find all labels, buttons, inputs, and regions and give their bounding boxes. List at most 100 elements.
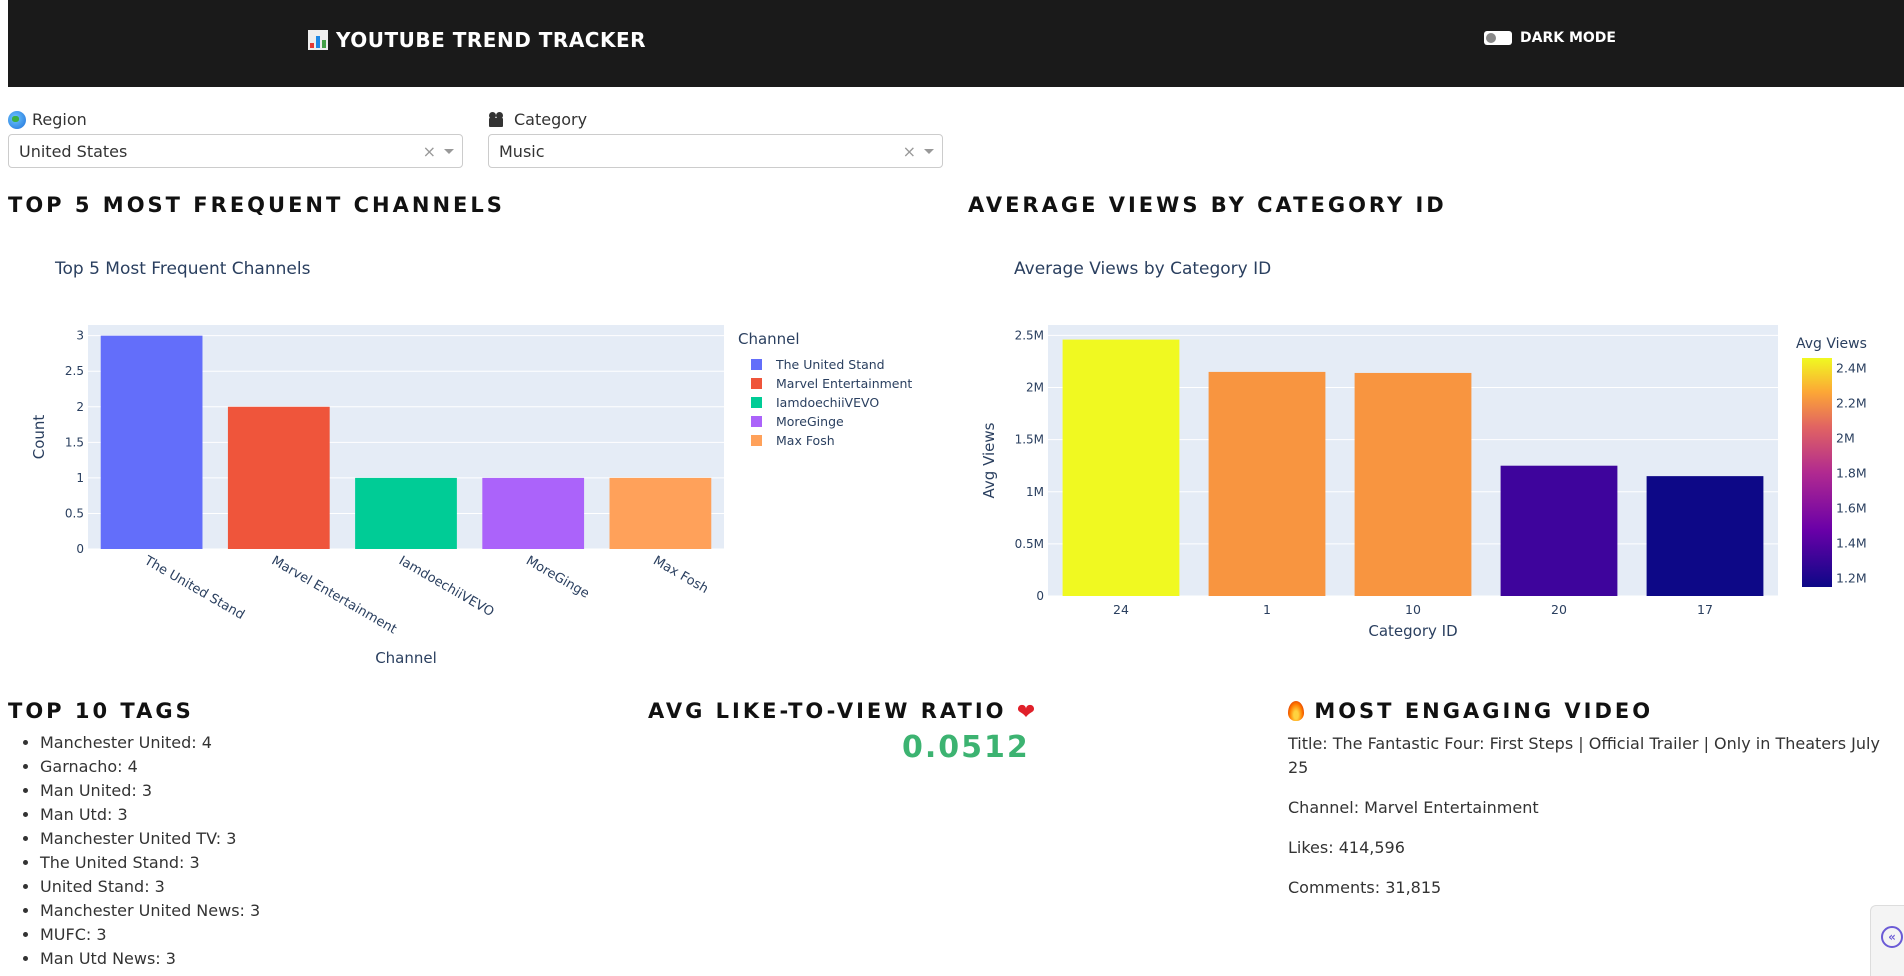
y-tick-label: 2M (1026, 381, 1044, 395)
x-tick-label: 10 (1405, 602, 1421, 617)
dark-mode-label: DARK MODE (1520, 30, 1616, 46)
bar[interactable] (1646, 476, 1764, 596)
clear-icon[interactable]: × (423, 142, 436, 161)
bar[interactable] (355, 477, 457, 549)
video-likes: Likes: 414,596 (1288, 838, 1405, 857)
engaging-heading-text: MOST ENGAGING VIDEO (1314, 699, 1654, 723)
bar[interactable] (1354, 372, 1472, 596)
category-dropdown[interactable]: Music × (488, 134, 943, 168)
region-label: Region (32, 110, 87, 129)
bar-chart-icon (308, 30, 328, 50)
legend-swatch (751, 359, 762, 370)
avg-views-bar-chart[interactable]: 0 0.5M 1M 1.5M 2M 2.5M 24 1 10 20 17 Category ID Avg… (960, 310, 1904, 650)
top-tags-list: Manchester United: 4Garnacho: 4Man Unite… (8, 731, 260, 971)
y-tick-label: 1.5 (65, 435, 84, 449)
colorbar-tick-label: 1.2M (1836, 570, 1867, 585)
legend-item[interactable]: Marvel Entertainment (776, 376, 912, 391)
legend-swatch (751, 378, 762, 389)
colorbar-tick-label: 2M (1836, 430, 1855, 445)
legend-swatch (751, 416, 762, 427)
tag-list-item: Manchester United: 4 (40, 731, 260, 755)
app-title-text: YOUTUBE TREND TRACKER (336, 28, 647, 52)
tag-list-item: The United Stand: 3 (40, 851, 260, 875)
bar[interactable] (100, 335, 203, 549)
colorbar (1802, 358, 1832, 587)
legend-item[interactable]: IamdoechiiVEVO (776, 395, 879, 410)
tag-list-item: Manchester United News: 3 (40, 899, 260, 923)
category-label: Category (514, 110, 588, 129)
engaging-heading: MOST ENGAGING VIDEO (1288, 699, 1653, 723)
x-tick-label: Marvel Entertainment (269, 553, 399, 637)
app-title: YOUTUBE TREND TRACKER (308, 28, 646, 52)
x-tick-label: MoreGinge (523, 553, 591, 601)
y-axis-title: Avg Views (980, 422, 998, 498)
y-tick-label: 1 (76, 471, 84, 485)
video-comments: Comments: 31,815 (1288, 878, 1442, 897)
x-tick-label: 24 (1113, 602, 1129, 617)
ratio-heading: AVG LIKE-TO-VIEW RATIO ❤ (648, 699, 1038, 725)
legend-item[interactable]: The United Stand (775, 357, 885, 372)
x-tick-label: The United Stand (141, 553, 247, 623)
colorbar-title: Avg Views (1796, 336, 1867, 352)
legend-item[interactable]: Max Fosh (776, 433, 835, 448)
tag-list-item: Man Utd News: 3 (40, 947, 260, 971)
bar[interactable] (609, 477, 712, 549)
chart1-title: Top 5 Most Frequent Channels (55, 259, 311, 279)
avg-views-heading: AVERAGE VIEWS BY CATEGORY ID (968, 193, 1447, 217)
top-tags-heading: TOP 10 TAGS (8, 699, 194, 723)
collapse-left-icon[interactable]: « (1881, 926, 1903, 948)
chevron-down-icon[interactable] (924, 149, 934, 154)
y-tick-label: 2 (76, 400, 84, 414)
tag-list-item: United Stand: 3 (40, 875, 260, 899)
side-panel-tab[interactable]: « (1870, 905, 1904, 976)
bar[interactable] (1500, 465, 1618, 596)
colorbar-tick-label: 2.4M (1836, 360, 1867, 375)
clear-icon[interactable]: × (903, 142, 916, 161)
y-tick-label: 0 (76, 542, 84, 556)
y-tick-label: 2.5 (65, 364, 84, 378)
region-filter: Region United States × (8, 110, 463, 168)
globe-icon (8, 110, 26, 129)
region-dropdown[interactable]: United States × (8, 134, 463, 168)
toggle-switch-icon[interactable] (1484, 31, 1512, 45)
legend-swatch (751, 397, 762, 408)
movie-camera-icon (488, 111, 508, 128)
top-bar: YOUTUBE TREND TRACKER DARK MODE (8, 0, 1904, 87)
x-axis-title: Category ID (1368, 622, 1457, 640)
bar[interactable] (1062, 339, 1180, 596)
dark-mode-toggle[interactable]: DARK MODE (1484, 30, 1616, 46)
bar[interactable] (482, 477, 585, 549)
engaging-video-details: Title: The Fantastic Four: First Steps |… (1288, 732, 1888, 916)
tag-list-item: Man United: 3 (40, 779, 260, 803)
tag-list-item: Man Utd: 3 (40, 803, 260, 827)
tag-list-item: Manchester United TV: 3 (40, 827, 260, 851)
tag-list-item: Garnacho: 4 (40, 755, 260, 779)
y-axis-title: Count (30, 415, 48, 460)
chart2-title: Average Views by Category ID (1014, 259, 1272, 279)
category-value: Music (499, 141, 545, 161)
x-tick-label: 20 (1551, 602, 1567, 617)
legend-title: Channel (738, 330, 800, 348)
y-tick-label: 0.5 (65, 506, 84, 520)
chevron-down-icon[interactable] (444, 149, 454, 154)
y-tick-label: 1M (1026, 485, 1044, 499)
y-tick-label: 2.5M (1015, 328, 1044, 342)
x-tick-label: IamdoechiiVEVO (396, 553, 496, 620)
ratio-heading-text: AVG LIKE-TO-VIEW RATIO (648, 699, 1007, 723)
ratio-value: 0.0512 (902, 730, 1030, 765)
video-channel: Channel: Marvel Entertainment (1288, 798, 1539, 817)
y-tick-label: 0.5M (1015, 537, 1044, 551)
colorbar-tick-label: 1.4M (1836, 535, 1867, 550)
legend-swatch (751, 435, 762, 446)
channels-bar-chart[interactable]: 0 0.5 1 1.5 2 2.5 3 The United Stand Marvel Ente… (0, 310, 950, 680)
bar[interactable] (1208, 371, 1326, 596)
region-value: United States (19, 141, 128, 161)
tag-list-item: MUFC: 3 (40, 923, 260, 947)
bar[interactable] (227, 406, 330, 549)
legend-item[interactable]: MoreGinge (776, 414, 844, 429)
colorbar-tick-label: 1.6M (1836, 500, 1867, 515)
fire-icon (1288, 701, 1304, 721)
video-title: Title: The Fantastic Four: First Steps |… (1288, 734, 1880, 777)
red-heart-icon: ❤ (1016, 700, 1039, 725)
top-channels-heading: TOP 5 MOST FREQUENT CHANNELS (8, 193, 505, 217)
